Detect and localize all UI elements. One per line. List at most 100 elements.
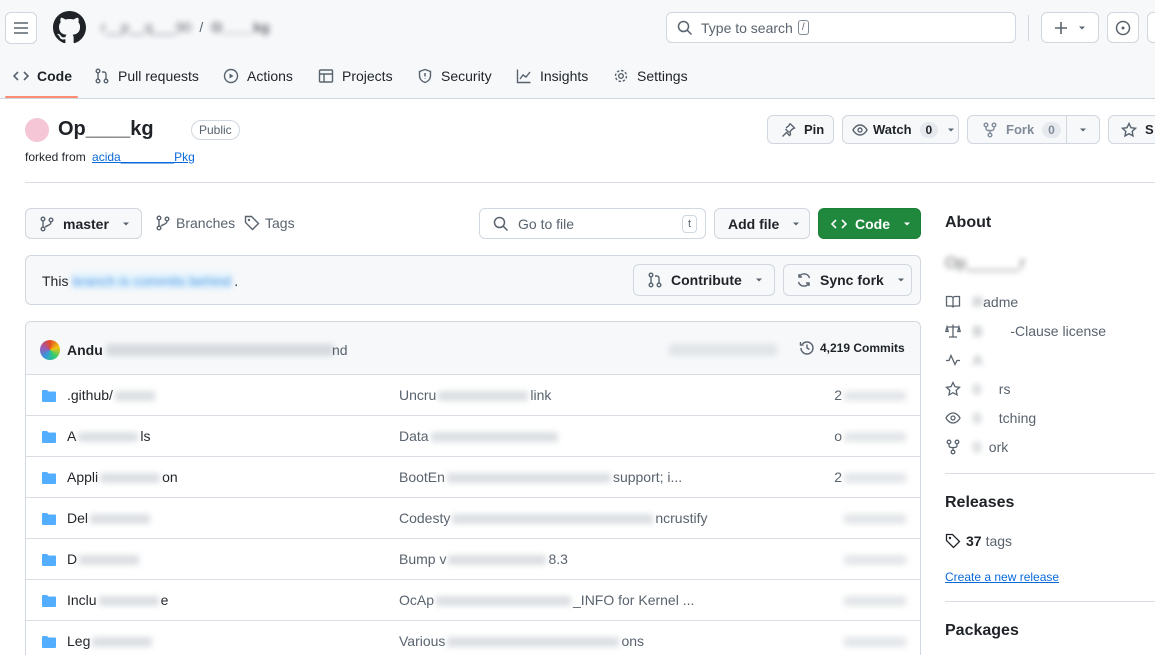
file-name[interactable]: Del: [67, 510, 152, 526]
file-name-start: A: [67, 428, 77, 444]
commit-message[interactable]: Codesty ncrustify: [399, 510, 707, 526]
branch-icon: [39, 216, 55, 232]
issues-button[interactable]: [1107, 12, 1139, 43]
file-name[interactable]: .github/: [67, 387, 157, 403]
search-input[interactable]: Type to search /: [666, 12, 1016, 43]
file-name-tail: ls: [140, 428, 151, 444]
folder-icon: [41, 429, 57, 445]
commit-message[interactable]: Uncru link: [399, 387, 551, 403]
table-row[interactable]: Del Codesty ncrustify: [26, 497, 920, 538]
file-name[interactable]: Leg: [67, 633, 154, 649]
branch-name: master: [63, 215, 109, 232]
commit-message[interactable]: OcAp _INFO for Kernel ...: [399, 592, 694, 608]
contribute-button[interactable]: Contribute: [633, 264, 775, 296]
packages-heading[interactable]: Packages: [945, 622, 1019, 640]
sidebar-item-stars[interactable]: 0 rs: [945, 381, 1010, 397]
commit-message-blurred: [447, 637, 620, 648]
commit-author[interactable]: Andu: [67, 342, 103, 358]
sidebar-item-readme[interactable]: R adme: [945, 294, 1018, 310]
github-logo[interactable]: [53, 11, 86, 44]
pull-requests-header-button[interactable]: [1147, 12, 1155, 43]
fork-dropdown-button[interactable]: [1066, 115, 1100, 144]
commit-hash-blurred[interactable]: [669, 344, 777, 356]
tab-settings[interactable]: Settings: [613, 62, 688, 90]
table-row[interactable]: .github/Uncru link 2: [26, 374, 920, 415]
forked-from-link[interactable]: acida________Pkg: [92, 150, 195, 164]
breadcrumb-repo[interactable]: O____kg: [211, 19, 269, 35]
commit-message[interactable]: BootEn support; i...: [399, 469, 682, 485]
commit-message-tail: ons: [621, 633, 645, 649]
commit-date-blurred: [844, 596, 906, 607]
tab-code[interactable]: Code: [13, 62, 72, 90]
watching-label-tail: tching: [998, 410, 1037, 426]
file-name[interactable]: D: [67, 551, 141, 567]
tab-projects[interactable]: Projects: [318, 62, 393, 90]
breadcrumb-owner[interactable]: r__p__q___90: [101, 19, 191, 35]
file-name-start: Del: [67, 510, 89, 526]
watching-label-start: 0: [973, 410, 981, 426]
commit-date-blurred: [844, 473, 906, 484]
branch-selector[interactable]: master: [25, 208, 142, 239]
commit-date: [842, 551, 906, 567]
fork-button[interactable]: Fork 0: [967, 115, 1067, 144]
table-row[interactable]: Als Data o: [26, 415, 920, 456]
table-row[interactable]: Leg Various ons: [26, 620, 920, 655]
table-row[interactable]: Inclu e OcAp _INFO for Kernel ...: [26, 579, 920, 620]
commit-message-start: OcAp: [399, 592, 435, 608]
add-file-button[interactable]: Add file: [714, 208, 810, 239]
sidebar-item-activity[interactable]: A: [945, 352, 982, 368]
table-row[interactable]: Appli on BootEn support; i... 2: [26, 456, 920, 497]
menu-button[interactable]: [5, 12, 37, 44]
branches-link[interactable]: Branches: [155, 215, 235, 231]
tab-security[interactable]: Security: [417, 62, 492, 90]
star-button[interactable]: S: [1108, 115, 1155, 144]
watch-button[interactable]: Watch 0: [842, 115, 959, 144]
sidebar-item-forks[interactable]: 0 ork: [945, 439, 1008, 455]
commit-message[interactable]: Various ons: [399, 633, 644, 649]
folder-icon: [41, 593, 57, 609]
go-to-file-shortcut: t: [681, 214, 697, 233]
file-name-blurred: [100, 473, 161, 484]
gear-icon: [613, 68, 629, 84]
file-name-blurred: [98, 596, 159, 607]
commit-date-blurred: [844, 432, 906, 443]
code-dropdown-button[interactable]: Code: [818, 208, 921, 239]
sidebar-item-license[interactable]: B -Clause license: [945, 323, 1106, 339]
pin-icon: [780, 122, 796, 138]
tab-code-label: Code: [37, 68, 72, 84]
tab-actions[interactable]: Actions: [223, 62, 293, 90]
watch-count: 0: [919, 121, 939, 138]
table-row[interactable]: D Bump v 8.3: [26, 538, 920, 579]
tab-insights[interactable]: Insights: [516, 62, 588, 90]
tags-link[interactable]: Tags: [244, 215, 295, 231]
releases-heading[interactable]: Releases: [945, 494, 1014, 512]
fork-count: 0: [1042, 121, 1061, 138]
create-new-button[interactable]: [1041, 12, 1099, 43]
commits-link[interactable]: 4,219 Commits: [799, 340, 905, 356]
repo-title[interactable]: Op____kg: [58, 118, 154, 141]
banner-text-start: This: [42, 273, 69, 289]
commit-message-start: BootEn: [399, 469, 445, 485]
go-to-file-input[interactable]: Go to file t: [479, 208, 706, 239]
forks-label-start: 0: [973, 439, 981, 455]
stars-label-start: 0: [973, 381, 981, 397]
commit-message[interactable]: Data: [399, 428, 560, 444]
code-icon: [831, 216, 847, 232]
sidebar-item-watching[interactable]: 0 tching: [945, 410, 1036, 426]
file-name[interactable]: Als: [67, 428, 150, 444]
pull-request-icon: [647, 272, 663, 288]
commit-message-blurred[interactable]: [106, 344, 334, 356]
commit-message[interactable]: Bump v 8.3: [399, 551, 568, 567]
commit-author-avatar: [40, 340, 60, 360]
file-name[interactable]: Inclu e: [67, 592, 168, 608]
sync-fork-button[interactable]: Sync fork: [783, 264, 912, 296]
commit-date-start: o: [834, 428, 842, 444]
file-name[interactable]: Appli on: [67, 469, 178, 485]
banner-text-blurred[interactable]: branch is commits behind: [72, 273, 232, 289]
chevron-down-icon: [791, 219, 801, 229]
tab-pull-requests[interactable]: Pull requests: [94, 62, 199, 90]
releases-tags[interactable]: 37 tags: [945, 533, 1012, 549]
commit-date-blurred: [844, 391, 906, 402]
create-release-link[interactable]: Create a new release: [945, 570, 1059, 584]
pin-button[interactable]: Pin: [767, 115, 834, 144]
